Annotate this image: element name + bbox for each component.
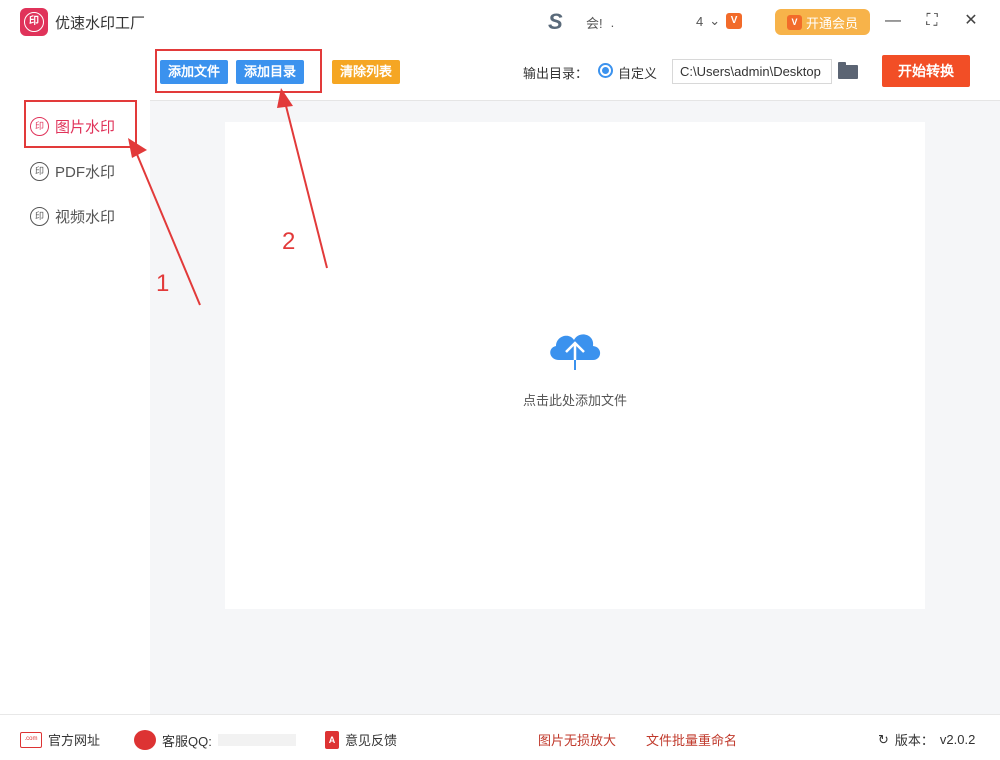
feedback-label: 意见反馈 [345, 733, 398, 748]
toolbar: 添加文件 添加目录 清除列表 输出目录： 自定义 C:\Users\admin\… [150, 44, 1000, 101]
annotation-highlight-box-1 [24, 100, 137, 148]
support-qq-label: 客服QQ: [162, 733, 212, 749]
notification-badge-icon: V [726, 13, 743, 29]
image-upscale-link[interactable]: 图片无损放大 [538, 730, 616, 749]
file-drop-zone[interactable]: 点击此处添加文件 [225, 122, 925, 609]
qq-number-redacted [217, 734, 296, 746]
batch-rename-link[interactable]: 文件批量重命名 [646, 730, 737, 749]
feedback-link[interactable]: A 意见反馈 [325, 730, 397, 749]
radio-dot-icon [602, 67, 609, 74]
version-number: v2.0.2 [939, 732, 976, 747]
open-vip-button[interactable]: V 开通会员 [775, 9, 870, 35]
vip-icon: V [786, 14, 802, 30]
footer: .com 官方网址 客服QQ: A 意见反馈 图片无损放大 文件批量重命名 ↻ … [0, 714, 1000, 760]
annotation-number-1: 1 [156, 270, 170, 297]
sidebar-item-label: PDF水印 [55, 164, 116, 181]
vip-label: 开通会员 [805, 15, 858, 31]
add-folder-button[interactable]: 添加目录 [236, 60, 305, 84]
clear-list-button[interactable]: 清除列表 [332, 60, 401, 84]
user-logo-icon: S [548, 9, 563, 34]
user-account[interactable]: S 会! . [548, 10, 614, 34]
close-button[interactable]: ✕ [960, 10, 982, 32]
app-title: 优速水印工厂 [55, 15, 146, 32]
sidebar-item-label: 视频水印 [55, 209, 116, 226]
drop-zone-text: 点击此处添加文件 [522, 393, 627, 408]
start-convert-button[interactable]: 开始转换 [882, 55, 970, 87]
notification-menu[interactable]: 4 ⌄ V [696, 13, 743, 29]
app-logo-mark: 印 [24, 12, 44, 32]
add-file-button[interactable]: 添加文件 [160, 60, 229, 84]
custom-output-radio[interactable] [598, 63, 613, 78]
minimize-button[interactable]: — [882, 10, 904, 32]
title-bar: 印 优速水印工厂 S 会! . 4 ⌄ V V 开通会员 — ⛶ ✕ [0, 0, 1000, 44]
user-name-suffix: . [610, 14, 615, 30]
notification-count: 4 [696, 13, 704, 29]
seal-icon: 印 [30, 207, 49, 226]
website-icon: .com [20, 731, 42, 748]
feedback-icon: A [325, 730, 339, 749]
user-name: 会! [586, 15, 603, 31]
sidebar-item-pdf-watermark[interactable]: 印 PDF水印 [30, 161, 115, 182]
version-label: 版本： [894, 733, 934, 748]
refresh-icon[interactable]: ↻ [878, 732, 889, 748]
maximize-button[interactable]: ⛶ [921, 10, 943, 32]
output-path-input[interactable]: C:\Users\admin\Desktop [672, 59, 832, 84]
output-dir-label: 输出目录： [523, 66, 589, 81]
cloud-upload-icon [550, 334, 601, 370]
sidebar-item-video-watermark[interactable]: 印 视频水印 [30, 206, 115, 227]
custom-output-label[interactable]: 自定义 [618, 63, 657, 82]
app-logo: 印 [20, 8, 48, 36]
website-label: 官方网址 [48, 733, 101, 748]
seal-icon: 印 [30, 162, 49, 181]
version-info: ↻ 版本： v2.0.2 [878, 730, 975, 749]
chevron-down-icon: ⌄ [709, 13, 721, 28]
support-qq[interactable]: 客服QQ: [134, 730, 296, 750]
folder-icon[interactable] [838, 62, 858, 79]
annotation-number-2: 2 [282, 228, 296, 255]
support-avatar-icon [134, 730, 156, 750]
main-area: 添加文件 添加目录 清除列表 输出目录： 自定义 C:\Users\admin\… [150, 44, 1000, 714]
website-link[interactable]: .com 官方网址 [20, 730, 100, 749]
